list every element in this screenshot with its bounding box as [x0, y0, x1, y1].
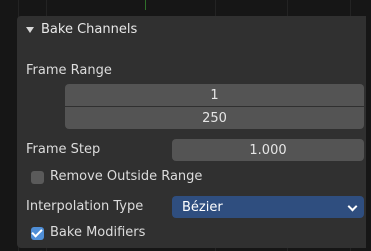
bake-modifiers-label[interactable]: Bake Modifiers: [50, 225, 145, 240]
remove-outside-range-label[interactable]: Remove Outside Range: [50, 169, 202, 184]
interpolation-type-label: Interpolation Type: [26, 199, 144, 214]
panel-title: Bake Channels: [41, 22, 138, 37]
remove-outside-range-checkbox[interactable]: [31, 171, 44, 184]
bake-modifiers-checkbox[interactable]: [31, 226, 44, 240]
interpolation-type-value: Bézier: [182, 199, 223, 215]
bake-channels-panel: Bake Channels Frame Range 1 250 Frame St…: [17, 16, 366, 248]
interpolation-type-select[interactable]: Bézier: [172, 196, 364, 218]
frame-range-end-field[interactable]: 250: [65, 107, 364, 129]
frame-step-label: Frame Step: [26, 142, 101, 157]
triangle-down-icon: [26, 27, 34, 33]
panel-header[interactable]: Bake Channels: [17, 16, 366, 48]
chevron-down-icon: [347, 201, 358, 212]
frame-range-start-field[interactable]: 1: [65, 84, 364, 106]
frame-step-field[interactable]: 1.000: [172, 139, 364, 161]
frame-range-label: Frame Range: [26, 63, 112, 78]
checkmark-icon: [31, 226, 43, 238]
